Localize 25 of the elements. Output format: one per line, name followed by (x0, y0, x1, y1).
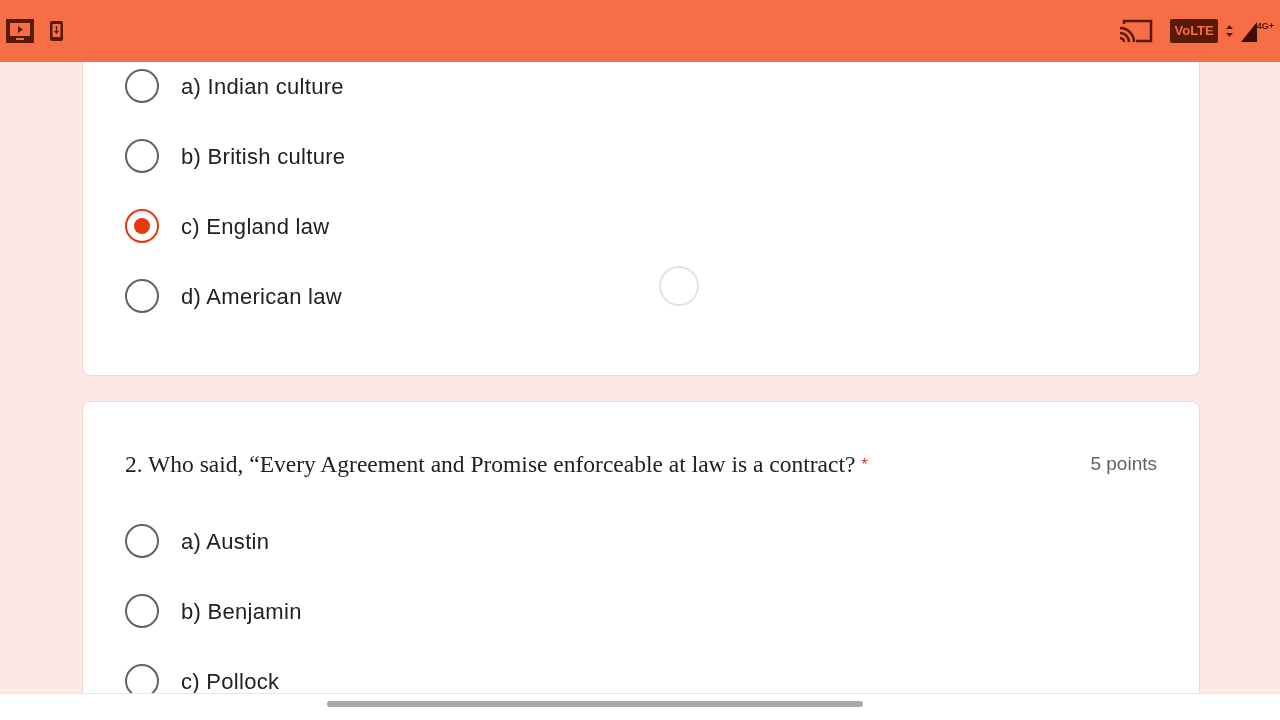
option-label[interactable]: b) Benjamin (181, 594, 302, 628)
radio-button[interactable] (125, 69, 159, 103)
required-mark: * (861, 454, 868, 475)
points-label: 5 points (1090, 452, 1157, 477)
network-type: 4G+ (1256, 20, 1274, 33)
touch-ripple (659, 266, 699, 306)
radio-button[interactable] (125, 524, 159, 559)
option-label[interactable]: c) England law (181, 209, 330, 243)
option-label[interactable]: c) Pollock (181, 664, 280, 693)
option-label[interactable]: a) Indian culture (181, 69, 344, 103)
scroll-handle[interactable] (327, 701, 863, 707)
phone-download-icon (50, 21, 63, 41)
question-title: 2. Who said, “Every Agreement and Promise enforceable at law is a contract? (125, 450, 856, 479)
radio-button[interactable] (125, 594, 159, 629)
option-label[interactable]: d) American law (181, 279, 342, 313)
screen-play-icon (6, 19, 34, 43)
option-label[interactable]: b) British culture (181, 139, 346, 173)
data-arrows-icon (1225, 25, 1233, 37)
cast-icon (1118, 18, 1155, 44)
volte-indicator: VoLTE (1170, 19, 1218, 43)
radio-button[interactable] (125, 139, 159, 173)
radio-button[interactable] (125, 279, 159, 313)
radio-button[interactable] (125, 209, 159, 243)
option-label[interactable]: a) Austin (181, 524, 270, 558)
signal-icon (1240, 20, 1257, 42)
